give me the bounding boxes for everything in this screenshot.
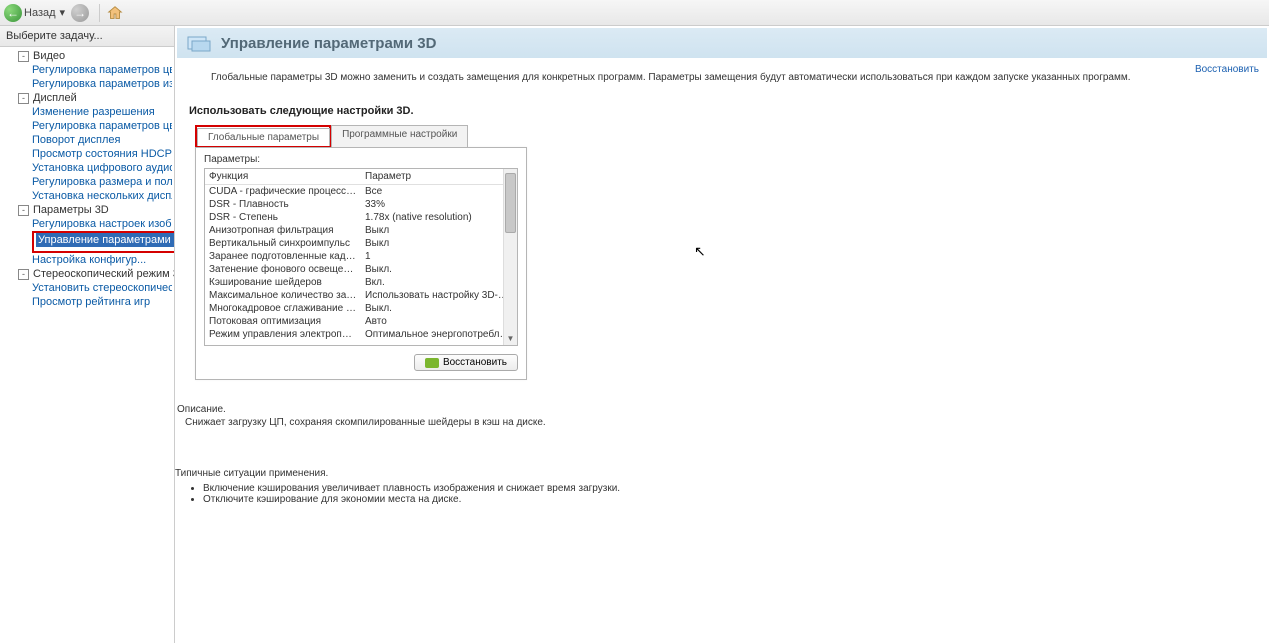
collapse-icon[interactable]: - (18, 93, 29, 104)
tree-link[interactable]: Регулировка параметров изображения д (30, 77, 174, 91)
table-row[interactable]: Затенение фонового освещенияВыкл. (205, 263, 517, 276)
list-item: Включение кэширования увеличивает плавно… (203, 483, 1269, 494)
content-area: Управление параметрами 3D Восстановить Г… (175, 26, 1269, 643)
tree-category-params3d[interactable]: - Параметры 3D (16, 203, 174, 217)
table-row[interactable]: DSR - Плавность33% (205, 198, 517, 211)
category-label: Стереоскопический режим 3D (33, 267, 175, 281)
nvidia-icon (425, 358, 439, 368)
back-dropdown-icon: ▾ (60, 6, 66, 19)
category-label: Параметры 3D (33, 203, 109, 217)
nav-tree: - Видео Регулировка параметров цвета для… (0, 47, 174, 311)
collapse-icon[interactable]: - (18, 269, 29, 280)
table-row[interactable]: Потоковая оптимизацияАвто (205, 315, 517, 328)
table-row[interactable]: Кэширование шейдеровВкл. (205, 276, 517, 289)
tree-link[interactable]: Регулировка размера и положения рабо (30, 175, 174, 189)
table-row[interactable]: Вертикальный синхроимпульсВыкл (205, 237, 517, 250)
home-icon (106, 4, 124, 22)
table-row[interactable]: DSR - Степень1.78x (native resolution) (205, 211, 517, 224)
scroll-thumb[interactable] (505, 173, 516, 233)
tab-global[interactable]: Глобальные параметры (197, 128, 330, 146)
home-button[interactable] (106, 4, 124, 22)
col-function[interactable]: Функция (205, 169, 361, 185)
page-description: Глобальные параметры 3D можно заменить и… (211, 72, 1249, 83)
tree-link[interactable]: Поворот дисплея (30, 133, 174, 147)
tree-category-video[interactable]: - Видео (16, 49, 174, 63)
table-row[interactable]: Анизотропная фильтрацияВыкл (205, 224, 517, 237)
table-row[interactable]: Максимальное количество заранее под...Ис… (205, 289, 517, 302)
tree-link[interactable]: Регулировка параметров цвета рабочег (30, 119, 174, 133)
settings-panel: Параметры: Функция Параметр CUDA - графи… (195, 147, 527, 380)
category-label: Дисплей (33, 91, 77, 105)
section-title: Использовать следующие настройки 3D. (189, 105, 1269, 117)
list-item: Отключите кэширование для экономии места… (203, 494, 1269, 505)
tree-link[interactable]: Настройка конфигур... (30, 253, 174, 267)
params-table-container: Функция Параметр CUDA - графические проц… (204, 168, 518, 346)
category-label: Видео (33, 49, 65, 63)
params-table[interactable]: Функция Параметр CUDA - графические проц… (205, 169, 517, 341)
tree-link[interactable]: Управление параметрами 3D (30, 231, 174, 253)
col-parameter[interactable]: Параметр (361, 169, 517, 185)
restore-button-label: Восстановить (443, 357, 507, 368)
description-section: Описание. Снижает загрузку ЦП, сохраняя … (175, 404, 1269, 428)
back-button[interactable]: ← Назад ▾ (4, 4, 67, 22)
tree-link[interactable]: Регулировка параметров цвета для вид (30, 63, 174, 77)
restore-defaults-link[interactable]: Восстановить (1195, 64, 1259, 75)
table-row[interactable]: Режим управления электропитаниемОптималь… (205, 328, 517, 341)
situations-section: Типичные ситуации применения. Включение … (175, 468, 1269, 505)
sidebar: Выберите задачу... - Видео Регулировка п… (0, 26, 175, 643)
collapse-icon[interactable]: - (18, 51, 29, 62)
table-row[interactable]: Многокадровое сглаживание (MFAA)Выкл. (205, 302, 517, 315)
situations-heading: Типичные ситуации применения. (175, 468, 1269, 479)
tree-link[interactable]: Изменение разрешения (30, 105, 174, 119)
tree-link[interactable]: Просмотр состояния HDCP (30, 147, 174, 161)
tree-category-display[interactable]: - Дисплей (16, 91, 174, 105)
tree-link[interactable]: Просмотр рейтинга игр (30, 295, 174, 309)
back-arrow-icon: ← (4, 4, 22, 22)
forward-arrow-icon: → (71, 4, 89, 22)
tree-link[interactable]: Установить стереоскопический режим 3 (30, 281, 174, 295)
tab-program[interactable]: Программные настройки (331, 125, 468, 147)
toolbar: ← Назад ▾ → (0, 0, 1269, 26)
tree-link[interactable]: Регулировка настроек изображения с пр (30, 217, 174, 231)
restore-button[interactable]: Восстановить (414, 354, 518, 371)
page-header: Управление параметрами 3D (177, 28, 1267, 58)
collapse-icon[interactable]: - (18, 205, 29, 216)
desc-heading: Описание. (177, 404, 1269, 415)
scroll-down-icon[interactable]: ▼ (504, 331, 517, 345)
mouse-cursor-icon: ↖ (694, 243, 706, 260)
table-row[interactable]: Заранее подготовленные кадры вирту...1 (205, 250, 517, 263)
table-scrollbar[interactable]: ▲ ▼ (503, 169, 517, 345)
forward-button[interactable]: → (71, 4, 89, 22)
desc-body: Снижает загрузку ЦП, сохраняя скомпилиро… (185, 417, 1269, 428)
tree-category-stereo[interactable]: - Стереоскопический режим 3D (16, 267, 174, 281)
tree-link[interactable]: Установка цифрового аудио (30, 161, 174, 175)
params-label: Параметры: (204, 154, 518, 165)
toolbar-separator (99, 4, 100, 22)
page-header-icon (187, 33, 213, 53)
table-row[interactable]: CUDA - графические процессорыВсе (205, 185, 517, 199)
settings-tabs: Глобальные параметры Программные настрой… (195, 125, 1269, 147)
back-label: Назад (24, 7, 56, 19)
page-title: Управление параметрами 3D (221, 35, 436, 52)
tree-link[interactable]: Установка нескольких дисплеев (30, 189, 174, 203)
sidebar-header: Выберите задачу... (0, 26, 174, 47)
